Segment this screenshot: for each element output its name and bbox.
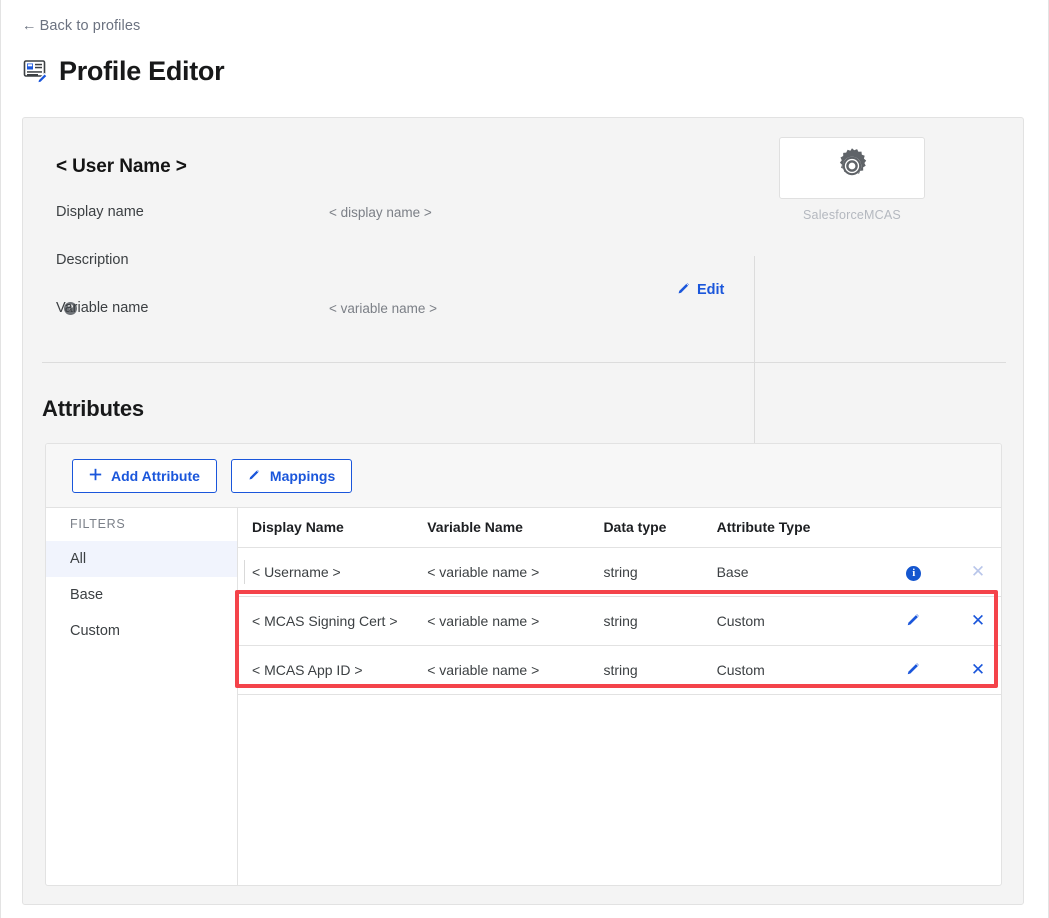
edit-profile-button[interactable]: Edit	[677, 281, 724, 299]
display-name-text: < MCAS Signing Cert >	[252, 613, 398, 629]
app-tile-wrapper: SalesforceMCAS	[757, 137, 947, 222]
filter-item-base[interactable]: Base	[46, 577, 237, 613]
cell-variable-name: < variable name >	[413, 645, 589, 694]
field-label: Variable name	[56, 300, 148, 316]
field-display-name: Display name < display name >	[56, 204, 716, 252]
close-icon[interactable]: ✕	[971, 661, 985, 678]
attributes-table: Display Name Variable Name Data type Att…	[238, 508, 1001, 695]
profile-vertical-divider	[754, 256, 755, 461]
page-title: Profile Editor	[59, 58, 224, 85]
display-name-text: < MCAS App ID >	[252, 662, 363, 678]
add-attribute-label: Add Attribute	[111, 468, 200, 484]
table-row[interactable]: < Username > < variable name > string Ba…	[238, 547, 1001, 596]
table-header-row: Display Name Variable Name Data type Att…	[238, 508, 1001, 547]
cell-attribute-type: Base	[703, 547, 873, 596]
col-header-attribute-type[interactable]: Attribute Type	[703, 508, 873, 547]
col-header-display-name[interactable]: Display Name	[238, 508, 413, 547]
cell-data-type: string	[589, 547, 702, 596]
cell-attribute-type: Custom	[703, 596, 873, 645]
col-header-action-2	[941, 508, 1001, 547]
field-variable-name: Variable name? < variable name >	[56, 300, 716, 348]
field-description: Description	[56, 252, 716, 300]
gear-icon	[831, 145, 873, 192]
col-header-variable-name[interactable]: Variable Name	[413, 508, 589, 547]
attributes-body: FILTERS All Base Custom Display Name Var…	[46, 508, 1001, 886]
col-header-data-type[interactable]: Data type	[589, 508, 702, 547]
cell-display-name: < Username >	[238, 547, 413, 596]
cell-action-edit[interactable]	[873, 645, 941, 694]
attributes-panel: Add Attribute Mappings FILTERS All	[45, 443, 1002, 886]
table-row[interactable]: < MCAS App ID > < variable name > string…	[238, 645, 1001, 694]
table-row[interactable]: < MCAS Signing Cert > < variable name > …	[238, 596, 1001, 645]
app-logo-tile[interactable]	[779, 137, 925, 199]
back-link-label: Back to profiles	[40, 18, 141, 34]
info-icon[interactable]: i	[906, 566, 921, 581]
profile-editor-icon	[22, 57, 50, 85]
filter-item-custom[interactable]: Custom	[46, 613, 237, 649]
pencil-icon	[677, 281, 691, 299]
cell-data-type: string	[589, 645, 702, 694]
profile-summary: < User Name > Display name < display nam…	[23, 118, 1023, 362]
pencil-icon[interactable]	[906, 661, 921, 676]
field-label: Display name	[56, 204, 144, 220]
pencil-icon[interactable]	[906, 612, 921, 627]
col-header-action-1	[873, 508, 941, 547]
cell-attribute-type: Custom	[703, 645, 873, 694]
filters-heading: FILTERS	[46, 517, 237, 541]
table-body: < Username > < variable name > string Ba…	[238, 547, 1001, 694]
cell-action-info[interactable]: i	[873, 547, 941, 596]
close-icon[interactable]: ✕	[971, 563, 985, 580]
field-value: < display name >	[329, 205, 432, 220]
cell-action-close[interactable]: ✕	[941, 596, 1001, 645]
plus-icon	[89, 468, 102, 484]
row-accent-line	[244, 560, 245, 584]
back-arrow-icon: ←	[22, 18, 37, 34]
filters-sidebar: FILTERS All Base Custom	[46, 508, 238, 886]
add-attribute-button[interactable]: Add Attribute	[72, 459, 217, 493]
cell-data-type: string	[589, 596, 702, 645]
cell-display-name: < MCAS Signing Cert >	[238, 596, 413, 645]
field-label: Description	[56, 252, 129, 268]
display-name-text: < Username >	[252, 564, 341, 580]
cell-action-close[interactable]: ✕	[941, 547, 1001, 596]
cell-action-edit[interactable]	[873, 596, 941, 645]
profile-card: < User Name > Display name < display nam…	[22, 117, 1024, 905]
mappings-button[interactable]: Mappings	[231, 459, 352, 493]
profile-editor-page: ←Back to profiles Profile Editor < User …	[0, 0, 1049, 918]
cell-action-close[interactable]: ✕	[941, 645, 1001, 694]
cell-variable-name: < variable name >	[413, 547, 589, 596]
attributes-section-title: Attributes	[42, 396, 144, 422]
profile-user-name: < User Name >	[56, 156, 716, 178]
mappings-label: Mappings	[270, 468, 335, 484]
attributes-table-wrapper: Display Name Variable Name Data type Att…	[238, 508, 1001, 886]
close-icon[interactable]: ✕	[971, 612, 985, 629]
cell-display-name: < MCAS App ID >	[238, 645, 413, 694]
attributes-toolbar: Add Attribute Mappings	[46, 444, 1001, 508]
app-tile-label: SalesforceMCAS	[757, 208, 947, 222]
table-head: Display Name Variable Name Data type Att…	[238, 508, 1001, 547]
profile-fields: < User Name > Display name < display nam…	[56, 156, 716, 348]
page-title-row: Profile Editor	[22, 57, 224, 85]
back-to-profiles-link[interactable]: ←Back to profiles	[22, 18, 140, 34]
pencil-icon	[248, 468, 261, 484]
section-divider	[42, 362, 1006, 363]
cell-variable-name: < variable name >	[413, 596, 589, 645]
field-value: < variable name >	[329, 301, 437, 316]
edit-label: Edit	[697, 282, 724, 298]
filter-item-all[interactable]: All	[46, 541, 237, 577]
